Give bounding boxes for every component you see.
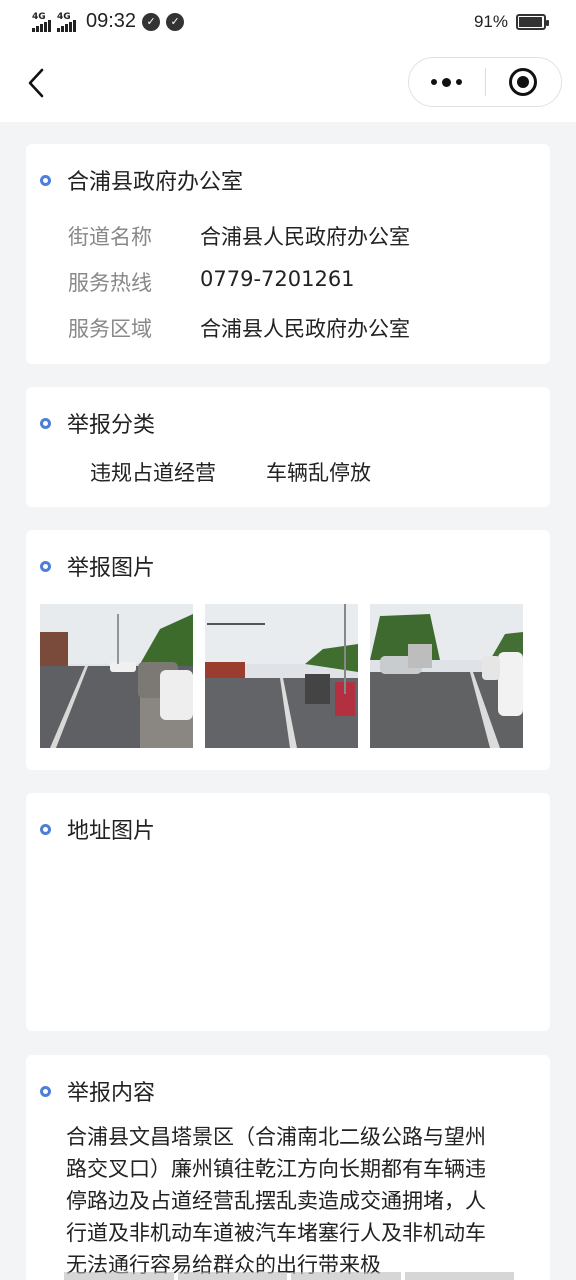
report-photo[interactable]: [370, 604, 523, 748]
bullet-icon: [40, 1085, 51, 1097]
capsule-menu: [408, 57, 562, 107]
content-card-title: 举报内容: [40, 1075, 155, 1107]
report-content-text: 合浦县文昌塔景区（合浦南北二级公路与望州路交叉口）廉州镇往乾江方向长期都有车辆违…: [66, 1125, 486, 1277]
office-title-text: 合浦县政府办公室: [67, 170, 244, 195]
category-tag: 车辆乱停放: [266, 461, 371, 485]
signal-1-icon: 4G: [32, 12, 51, 32]
photo-gallery[interactable]: [40, 604, 550, 748]
hotline-row: 服务热线 0779-7201261: [68, 267, 355, 297]
office-card-title: 合浦县政府办公室: [40, 164, 243, 196]
bullet-icon: [40, 823, 51, 835]
battery-icon: [516, 14, 549, 30]
category-card-title: 举报分类: [40, 407, 155, 439]
signal-2-label: 4G: [57, 11, 71, 22]
status-bar: 4G 4G 09:32 ✓ ✓ 91%: [0, 0, 576, 44]
nav-bar: [0, 44, 576, 122]
signal-2-icon: 4G: [57, 12, 76, 32]
bullet-icon: [40, 174, 51, 186]
signal-1-label: 4G: [32, 11, 46, 22]
photos-card: 举报图片: [26, 530, 550, 770]
content-title-text: 举报内容: [67, 1081, 156, 1106]
photos-title-text: 举报图片: [67, 556, 156, 581]
service-area-row: 服务区域 合浦县人民政府办公室: [68, 313, 410, 343]
category-card: 举报分类 违规占道经营 车辆乱停放: [26, 387, 550, 507]
home-indicator: [64, 1272, 514, 1280]
close-button[interactable]: [486, 58, 562, 106]
back-icon[interactable]: [22, 64, 52, 102]
address-title-text: 地址图片: [67, 819, 156, 844]
report-photo[interactable]: [205, 604, 358, 748]
notification-icon: ✓: [166, 12, 185, 31]
more-dots-icon: [431, 79, 438, 85]
content-card: 举报内容 合浦县文昌塔景区（合浦南北二级公路与望州路交叉口）廉州镇往乾江方向长期…: [26, 1055, 550, 1280]
hotline-label: 服务热线: [68, 271, 152, 295]
bullet-icon: [40, 417, 51, 429]
report-photo[interactable]: [40, 604, 193, 748]
address-card: 地址图片: [26, 793, 550, 1031]
street-value: 合浦县人民政府办公室: [200, 225, 410, 249]
target-circle-icon: [509, 68, 538, 96]
hotline-value[interactable]: 0779-7201261: [200, 267, 355, 297]
status-time: 09:32: [86, 10, 137, 32]
more-button[interactable]: [409, 58, 485, 106]
photos-card-title: 举报图片: [40, 550, 155, 582]
street-label: 街道名称: [68, 225, 152, 249]
service-area-label: 服务区域: [68, 317, 152, 341]
more-dots-icon: [456, 79, 463, 85]
category-title-text: 举报分类: [67, 413, 156, 438]
battery-percent: 91%: [473, 12, 508, 31]
office-card: 合浦县政府办公室 街道名称 合浦县人民政府办公室 服务热线 0779-72012…: [26, 144, 550, 364]
street-row: 街道名称 合浦县人民政府办公室: [68, 221, 410, 251]
category-tags: 违规占道经营 车辆乱停放: [90, 457, 371, 487]
category-tag: 违规占道经营: [90, 461, 216, 485]
more-dots-icon: [442, 77, 452, 87]
service-area-value: 合浦县人民政府办公室: [200, 317, 410, 341]
bullet-icon: [40, 560, 51, 572]
notification-icon: ✓: [142, 12, 161, 31]
address-card-title: 地址图片: [40, 813, 155, 845]
